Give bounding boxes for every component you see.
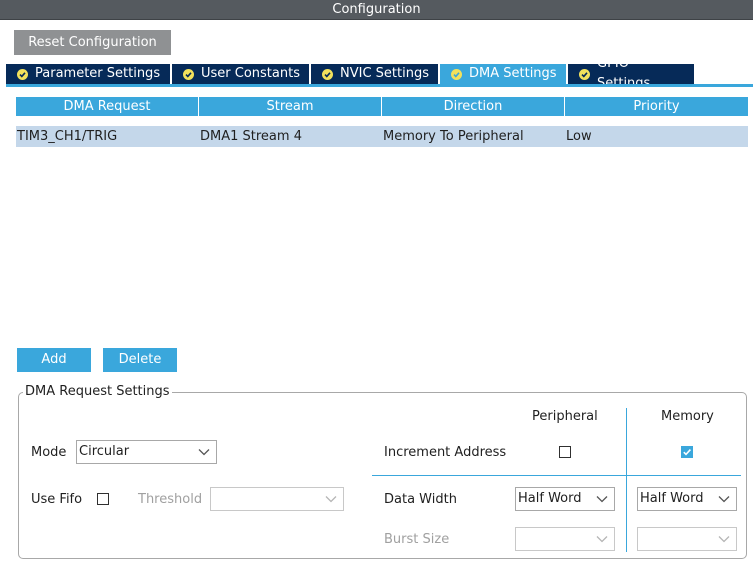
checkmark-icon [683,449,691,456]
cell-priority: Low [566,129,592,144]
chevron-down-icon [325,496,337,503]
burst-size-label: Burst Size [384,532,450,547]
tab-parameter-settings[interactable]: Parameter Settings [6,64,170,84]
chevron-down-icon [718,536,730,543]
chevron-down-icon [596,536,608,543]
check-circle-icon [579,68,590,80]
chevron-down-icon [718,496,730,503]
column-header-priority[interactable]: Priority [565,97,748,116]
peripheral-header: Peripheral [532,409,598,424]
tab-label: NVIC Settings [340,66,429,81]
mode-label: Mode [31,445,67,460]
delete-button[interactable]: Delete [103,348,177,372]
tab-nvic-settings[interactable]: NVIC Settings [311,64,438,84]
check-circle-icon [17,68,28,80]
burst-size-memory-select[interactable] [637,527,737,551]
column-divider [626,408,627,552]
group-title: DMA Request Settings [23,384,172,400]
column-header-dma-request[interactable]: DMA Request [16,97,198,116]
check-circle-icon [183,68,194,80]
check-circle-icon [322,68,333,80]
column-header-direction[interactable]: Direction [382,97,564,116]
data-width-peripheral-select[interactable]: Half Word [515,487,615,511]
window-title-bar: Configuration [0,0,753,20]
tab-label: GPIO Settings [597,56,650,91]
data-width-memory-select[interactable]: Half Word [637,487,737,511]
add-button[interactable]: Add [17,348,91,372]
column-header-stream[interactable]: Stream [199,97,381,116]
check-circle-icon [451,68,462,80]
data-width-peripheral-value: Half Word [518,491,582,506]
row-divider [372,475,741,476]
increment-peripheral-checkbox[interactable] [559,446,571,458]
tab-bar: Parameter Settings User Constants NVIC S… [6,56,696,91]
increment-address-label: Increment Address [384,445,507,460]
memory-header: Memory [661,409,714,424]
cell-stream: DMA1 Stream 4 [200,129,302,144]
tab-gpio-settings[interactable]: GPIO Settings [568,56,694,91]
cell-dma-request: TIM3_CH1/TRIG [17,129,118,144]
tab-user-constants[interactable]: User Constants [172,64,309,84]
window-title: Configuration [332,2,421,17]
chevron-down-icon [198,449,210,456]
tab-label: Parameter Settings [35,66,161,81]
data-width-memory-value: Half Word [640,491,704,506]
data-width-label: Data Width [384,492,457,507]
use-fifo-checkbox[interactable] [97,493,109,505]
mode-select[interactable]: Circular [76,440,217,464]
tab-label: User Constants [201,66,300,81]
threshold-label: Threshold [138,492,203,507]
use-fifo-label: Use Fifo [31,492,83,507]
tab-label: DMA Settings [469,66,557,81]
table-row[interactable]: TIM3_CH1/TRIG DMA1 Stream 4 Memory To Pe… [16,126,748,147]
tab-dma-settings[interactable]: DMA Settings [440,64,566,84]
reset-configuration-button[interactable]: Reset Configuration [14,30,171,55]
chevron-down-icon [596,496,608,503]
table-header: DMA Request Stream Direction Priority [16,97,749,116]
cell-direction: Memory To Peripheral [383,129,524,144]
threshold-select[interactable] [210,487,344,511]
burst-size-peripheral-select[interactable] [515,527,615,551]
tab-underline [6,84,753,87]
increment-memory-checkbox[interactable] [681,446,693,458]
mode-value: Circular [79,444,130,459]
